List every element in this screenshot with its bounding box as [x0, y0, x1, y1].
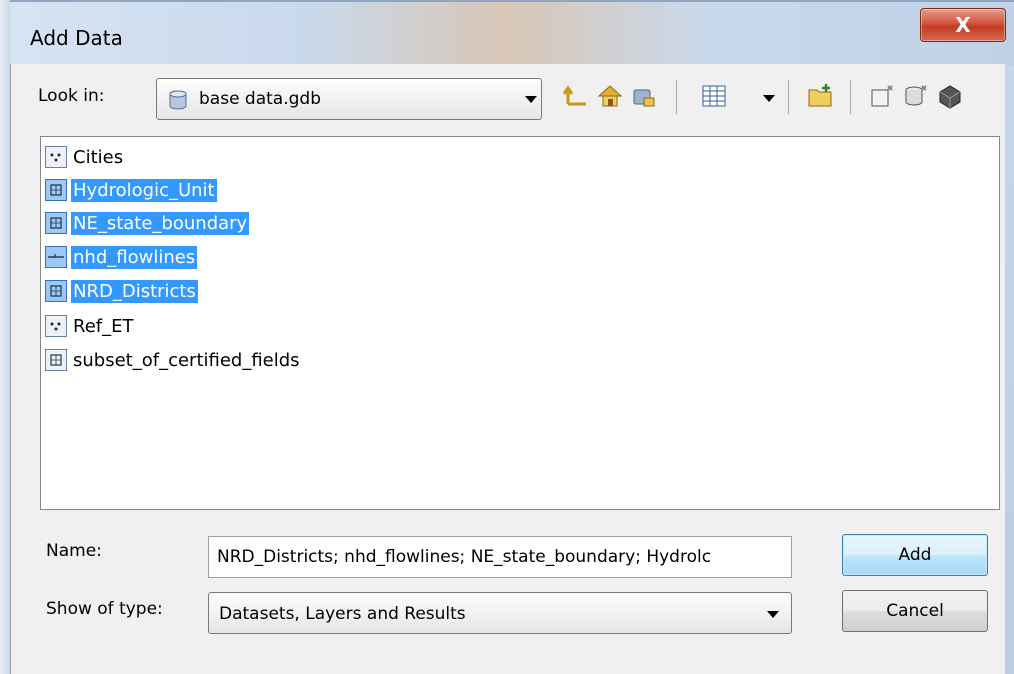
point-feature-class-icon [45, 315, 67, 337]
close-button[interactable]: X [920, 8, 1006, 42]
new-feature-class-icon[interactable] [868, 82, 896, 110]
list-item-label: Cities [73, 146, 124, 168]
list-item-label: Hydrologic_Unit [71, 178, 217, 202]
geodatabase-icon [169, 90, 187, 110]
list-item-label: nhd_flowlines [71, 245, 198, 269]
toolbar-separator [788, 80, 789, 114]
toolbar-separator [850, 80, 851, 114]
dataset-list[interactable]: Cities Hydrologic_Unit NE_state_boundary… [40, 136, 1000, 510]
list-item[interactable]: subset_of_certified_fields [45, 345, 302, 375]
show-of-type-value: Datasets, Layers and Results [219, 604, 466, 624]
show-of-type-dropdown[interactable]: Datasets, Layers and Results [208, 592, 792, 634]
title-bar[interactable]: Add Data X [0, 0, 1014, 66]
look-in-dropdown[interactable]: base data.gdb [156, 78, 542, 120]
point-feature-class-icon [45, 146, 67, 168]
list-view-icon[interactable] [700, 82, 728, 110]
list-item-label: NRD_Districts [71, 279, 198, 303]
close-icon: X [955, 13, 971, 37]
name-label: Name: [46, 541, 102, 561]
list-item-label: NE_state_boundary [71, 211, 250, 235]
home-icon[interactable] [596, 82, 624, 110]
toolbar-separator [676, 80, 677, 114]
chevron-down-icon [767, 611, 779, 618]
list-item[interactable]: NE_state_boundary [45, 208, 250, 238]
new-folder-icon[interactable] [806, 82, 834, 110]
list-item[interactable]: nhd_flowlines [45, 242, 198, 272]
cancel-button[interactable]: Cancel [842, 590, 988, 632]
new-toolbox-icon[interactable] [936, 82, 964, 110]
list-item[interactable]: Cities [45, 142, 125, 172]
add-button[interactable]: Add [842, 534, 988, 576]
list-item[interactable]: Ref_ET [45, 311, 135, 341]
name-input[interactable] [208, 536, 792, 578]
look-in-value: base data.gdb [199, 89, 321, 109]
window-border [0, 0, 10, 674]
view-menu-chevron-icon[interactable] [763, 95, 775, 102]
list-item-label: subset_of_certified_fields [73, 349, 300, 371]
new-table-icon[interactable] [902, 82, 930, 110]
polygon-feature-class-icon [45, 280, 67, 302]
polygon-feature-class-icon [45, 212, 67, 234]
list-item-label: Ref_ET [73, 315, 134, 337]
up-one-level-icon[interactable] [562, 82, 590, 110]
list-item[interactable]: Hydrologic_Unit [45, 175, 217, 205]
look-in-label: Look in: [38, 86, 105, 106]
show-of-type-label: Show of type: [46, 599, 163, 619]
chevron-down-icon [525, 96, 537, 103]
line-feature-class-icon [45, 246, 67, 268]
connect-folder-icon[interactable] [630, 82, 658, 110]
polygon-feature-class-icon [45, 349, 67, 371]
dialog-title: Add Data [30, 26, 123, 50]
polygon-feature-class-icon [45, 179, 67, 201]
list-item[interactable]: NRD_Districts [45, 276, 198, 306]
